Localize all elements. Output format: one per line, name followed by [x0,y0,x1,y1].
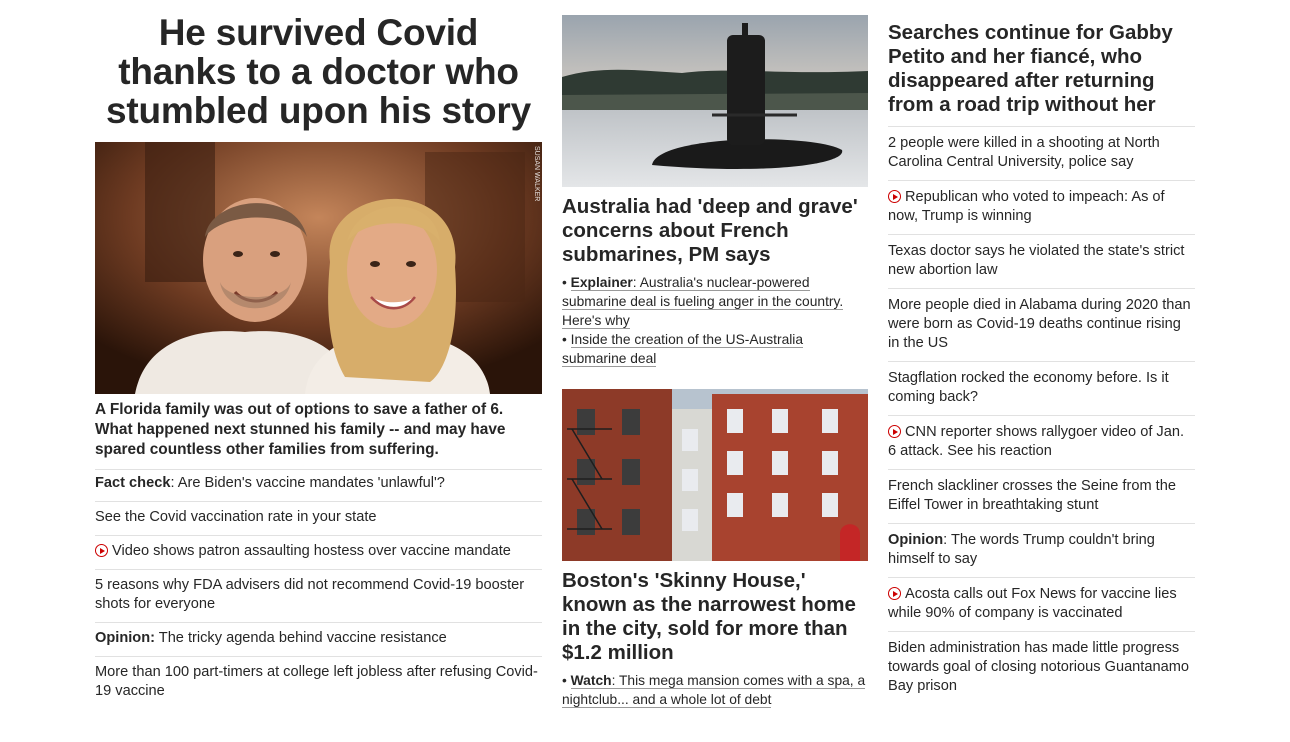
play-circle-icon [95,544,108,557]
play-circle-icon [888,587,901,600]
list-item[interactable]: More than 100 part-timers at college lef… [95,657,542,709]
list-item[interactable]: Fact check: Are Biden's vaccine mandates… [95,468,542,502]
item-text: The tricky agenda behind vaccine resista… [154,630,447,646]
story-card: Australia had 'deep and grave' concerns … [562,15,868,368]
headline-list: 2 people were killed in a shooting at No… [888,127,1195,704]
item-text: : Are Biden's vaccine mandates 'unlawful… [170,475,445,491]
list-item[interactable]: Acosta calls out Fox News for vaccine li… [888,578,1195,632]
list-item[interactable]: See the Covid vaccination rate in your s… [95,502,542,536]
submarine-illustration [562,15,868,187]
item-label: Opinion: [95,630,155,646]
item-text: Stagflation rocked the economy before. I… [888,370,1169,405]
list-item[interactable]: Texas doctor says he violated the state'… [888,235,1195,289]
list-item[interactable]: More people died in Alabama during 2020 … [888,289,1195,362]
play-circle-icon [888,425,901,438]
item-label: Opinion [888,532,944,548]
hero-photo[interactable]: SUSAN WALKER [95,142,542,394]
item-text: Texas doctor says he violated the state'… [888,243,1185,278]
photo-credit: SUSAN WALKER [533,146,540,202]
item-text: CNN reporter shows rallygoer video of Ja… [888,424,1185,459]
item-label: Fact check [95,475,171,491]
list-item[interactable]: Opinion: The words Trump couldn't bring … [888,524,1195,578]
play-circle-icon [888,190,901,203]
list-item[interactable]: French slackliner crosses the Seine from… [888,470,1195,524]
list-item[interactable]: CNN reporter shows rallygoer video of Ja… [888,416,1195,470]
list-item[interactable]: 2 people were killed in a shooting at No… [888,127,1195,181]
list-item[interactable]: 5 reasons why FDA advisers did not recom… [95,570,542,623]
story-card: Boston's 'Skinny House,' known as the na… [562,389,868,709]
item-text: Biden administration has made little pro… [888,640,1189,694]
houses-illustration [562,389,868,561]
item-text: Acosta calls out Fox News for vaccine li… [888,586,1177,621]
list-item[interactable]: Opinion: The tricky agenda behind vaccin… [95,623,542,657]
hero-subheadline-link[interactable]: A Florida family was out of options to s… [95,400,542,470]
item-text: More than 100 part-timers at college lef… [95,664,538,699]
story-headline-link[interactable]: Boston's 'Skinny House,' known as the na… [562,569,868,665]
couple-photo-illustration [95,142,542,394]
item-text: Republican who voted to impeach: As of n… [888,189,1165,224]
list-item[interactable]: Stagflation rocked the economy before. I… [888,362,1195,416]
more-news-column: Searches continue for Gabby Petito and h… [888,0,1195,704]
story-headline-link[interactable]: Australia had 'deep and grave' concerns … [562,195,868,267]
submarine-photo[interactable] [562,15,868,187]
lead-headline-link[interactable]: Searches continue for Gabby Petito and h… [888,21,1195,127]
related-stories-list: Fact check: Are Biden's vaccine mandates… [95,468,542,709]
related-link[interactable]: • Watch: This mega mansion comes with a … [562,671,868,709]
list-item[interactable]: Republican who voted to impeach: As of n… [888,181,1195,235]
item-text: More people died in Alabama during 2020 … [888,297,1191,351]
related-link[interactable]: • Explainer: Australia's nuclear-powered… [562,273,868,330]
item-text: 5 reasons why FDA advisers did not recom… [95,577,525,612]
link-label: Watch [570,673,612,688]
related-link[interactable]: • Inside the creation of the US-Australi… [562,330,868,368]
hero-headline-link[interactable]: He survived Covid thanks to a doctor who… [95,13,542,130]
link-text: Inside the creation of the US-Australia … [562,332,804,367]
link-label: Explainer [570,275,633,290]
item-text: French slackliner crosses the Seine from… [888,478,1176,513]
skinny-house-photo[interactable] [562,389,868,561]
list-item[interactable]: Video shows patron assaulting hostess ov… [95,536,542,570]
item-text: 2 people were killed in a shooting at No… [888,135,1160,170]
item-text: Video shows patron assaulting hostess ov… [112,543,511,559]
list-item[interactable]: Biden administration has made little pro… [888,632,1195,704]
item-text: See the Covid vaccination rate in your s… [95,509,377,525]
top-story-column: He survived Covid thanks to a doctor who… [95,0,542,699]
